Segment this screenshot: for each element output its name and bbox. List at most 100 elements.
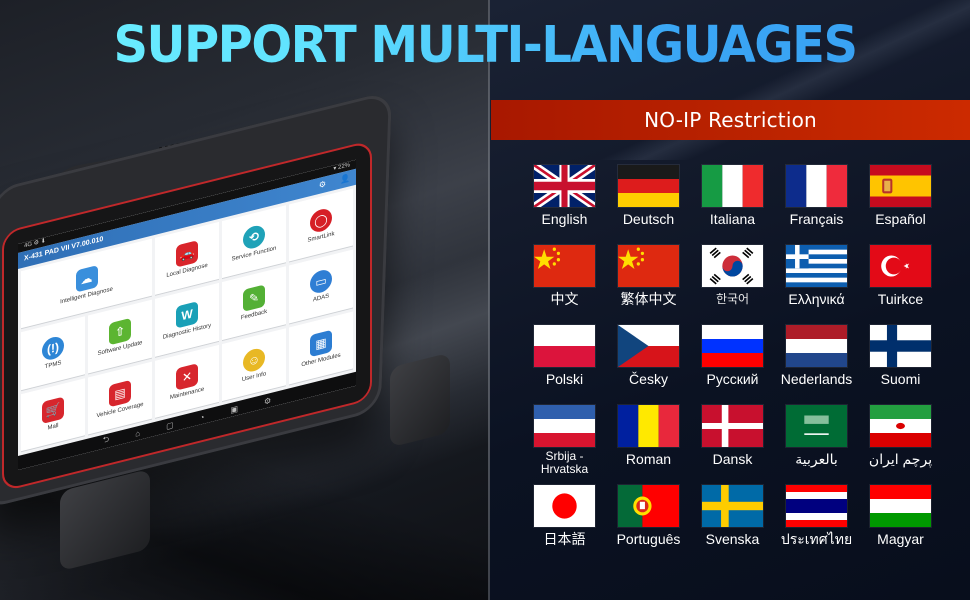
language-label: Français [789, 211, 844, 227]
greece-flag-icon [786, 245, 847, 287]
language-item: English [534, 165, 595, 245]
language-label: Roman [625, 451, 672, 467]
app-tile-label: Maintenance [169, 386, 205, 401]
denmark-flag-icon [702, 405, 763, 447]
hungary-flag-icon [870, 485, 931, 527]
language-item: Português [616, 485, 681, 565]
language-label: پرچم ایران [868, 451, 933, 467]
language-item: Tuirkce [870, 245, 931, 325]
smartlink-icon: ◯ [310, 206, 332, 235]
language-item: Česky [618, 325, 679, 405]
thailand-flag-icon [786, 485, 847, 527]
tablet-product-image: 4G ⚙ ⬇ ▾ 22% X-431 PAD VII V7.00.010 ⚙ 👤… [0, 0, 489, 600]
language-label: Nederlands [780, 371, 853, 387]
china-flag-icon [618, 245, 679, 287]
language-label: 日本語 [543, 531, 586, 547]
recents-icon[interactable]: ▢ [166, 420, 174, 431]
settings-icon[interactable]: ⚙ [264, 395, 271, 406]
china-flag-icon [534, 245, 595, 287]
italy-flag-icon [702, 165, 763, 207]
app-tile-label: Local Diagnose [166, 262, 208, 280]
corner-bumper-bottom-right [390, 352, 450, 448]
language-item: 日本語 [534, 485, 595, 565]
netherlands-flag-icon [786, 325, 847, 367]
language-item: Polski [534, 325, 595, 405]
language-item: Français [786, 165, 847, 245]
clipboard-icon: W [176, 301, 198, 330]
user-icon[interactable]: 👤 [340, 170, 350, 188]
czech-flag-icon [618, 325, 679, 367]
finland-flag-icon [870, 325, 931, 367]
app-tile-label: Diagnostic History [162, 323, 212, 342]
turkey-flag-icon [870, 245, 931, 287]
language-label: Svenska [705, 531, 760, 547]
cloud-share-icon: ☁ [75, 265, 98, 293]
france-flag-icon [786, 165, 847, 207]
vci-icon[interactable]: ⚙ [319, 176, 326, 194]
home-icon[interactable]: ⌂ [135, 428, 140, 438]
russia-flag-icon [702, 325, 763, 367]
language-item: Español [870, 165, 931, 245]
tools-icon: ✕ [176, 362, 198, 391]
language-item: 한국어 [702, 245, 763, 325]
language-item: Русский [702, 325, 763, 405]
app-tile-label: Software Update [97, 340, 143, 358]
app-tile-label: Other Modules [301, 352, 341, 369]
language-item: 繁体中文 [618, 245, 679, 325]
language-item: Deutsch [618, 165, 679, 245]
language-item: Srbija - Hrvatska [534, 405, 595, 485]
language-label: Deutsch [622, 211, 675, 227]
user-info-icon: ☺ [243, 346, 265, 374]
modules-icon: ▦ [310, 329, 332, 358]
poland-flag-icon [534, 325, 595, 367]
app-tile-label: Service Function [231, 245, 277, 263]
serbia-croatia-flag-icon [534, 405, 595, 447]
language-label: Italiana [709, 211, 756, 227]
language-item: Magyar [870, 485, 931, 565]
language-item: Suomi [870, 325, 931, 405]
iran-flag-icon [870, 405, 931, 447]
germany-flag-icon [618, 165, 679, 207]
language-label: Español [875, 211, 926, 227]
language-label: Русский [706, 371, 759, 387]
vehicle-coverage-icon: ▤ [109, 379, 131, 408]
vci-status-icon[interactable]: ▣ [230, 404, 238, 415]
panel-divider [488, 0, 490, 600]
language-label: 中文 [550, 291, 579, 307]
saudi-arabia-flag-icon [786, 405, 847, 447]
language-item: پرچم ایران [868, 405, 933, 485]
language-label: Tuirkce [877, 291, 924, 307]
cart-icon: 🛒 [42, 396, 64, 424]
back-icon[interactable]: ⮌ [103, 433, 109, 449]
language-label: بالعربية [795, 451, 838, 467]
app-tile-label: User Info [241, 370, 267, 384]
language-label: Suomi [880, 371, 921, 387]
feedback-icon: ✎ [243, 284, 265, 313]
portugal-flag-icon [618, 485, 679, 527]
language-label: Polski [545, 371, 584, 387]
adas-icon: ▭ [310, 268, 332, 296]
language-item: 中文 [534, 245, 595, 325]
language-label: Português [616, 531, 681, 547]
language-grid: English Deutsch Italiana Français Español 中文 繁… [534, 165, 933, 565]
language-item: Ελληνικά [786, 245, 847, 325]
language-item: Svenska [702, 485, 763, 565]
language-label: 繁体中文 [620, 291, 677, 307]
language-item: Dansk [702, 405, 763, 485]
language-item: Italiana [702, 165, 763, 245]
app-tile-label: TPMS [44, 360, 62, 371]
app-tile-label: Feedback [240, 309, 268, 322]
language-label: Ελληνικά [788, 291, 845, 307]
language-label: Magyar [877, 531, 924, 547]
sweden-flag-icon [702, 485, 763, 527]
language-item: Roman [618, 405, 679, 485]
app-tile-label: SmartLink [307, 231, 335, 244]
language-label: English [541, 211, 588, 227]
app-tile-label: Mall [47, 422, 59, 432]
language-item: ประเทศไทย [781, 485, 852, 565]
screenshot-icon[interactable]: ◔ [200, 412, 205, 422]
romania-flag-icon [618, 405, 679, 447]
language-label: ประเทศไทย [780, 531, 853, 547]
headline: SUPPORT MULTI-LANGUAGES [0, 8, 970, 82]
south-korea-flag-icon [702, 245, 763, 287]
